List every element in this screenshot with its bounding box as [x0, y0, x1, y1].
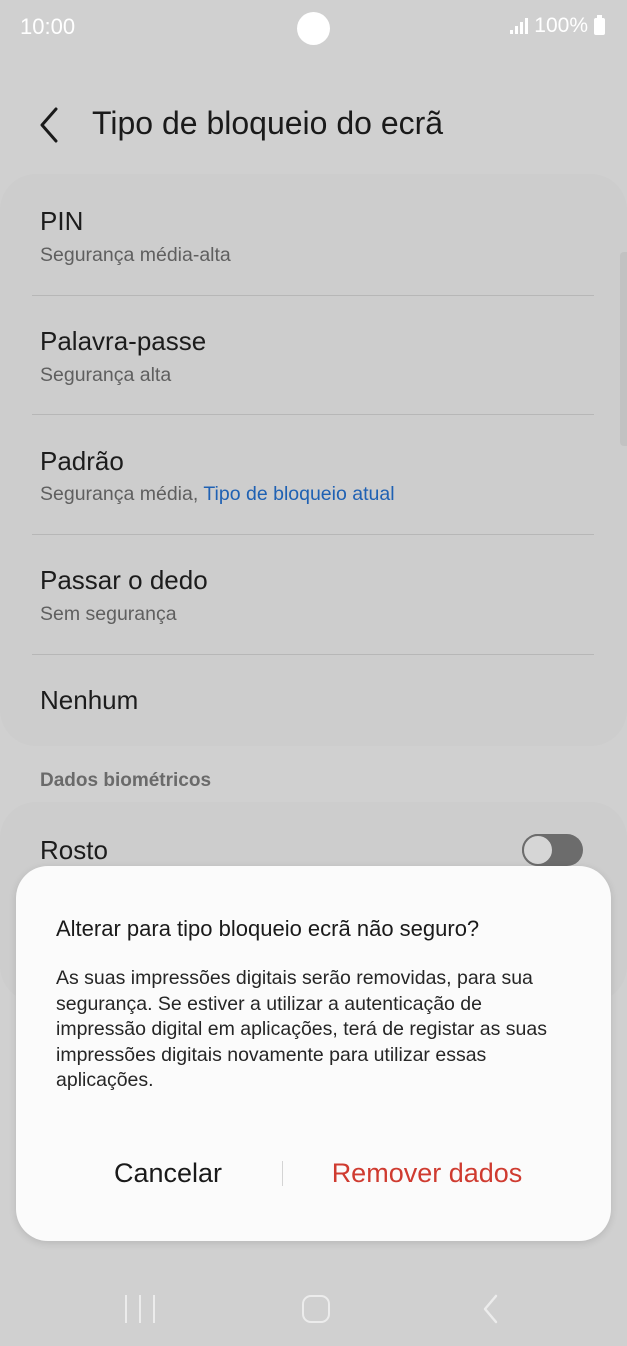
back-button[interactable] [30, 100, 74, 150]
button-divider [282, 1161, 283, 1186]
lock-option-pattern[interactable]: Padrão Segurança média, Tipo de bloqueio… [0, 430, 627, 535]
divider [32, 654, 594, 655]
lock-option-pin[interactable]: PIN Segurança média-alta [0, 190, 627, 295]
face-recognition-toggle[interactable] [522, 834, 583, 866]
lock-option-swipe[interactable]: Passar o dedo Sem segurança [0, 550, 627, 655]
divider [32, 414, 594, 415]
confirm-dialog: Alterar para tipo bloqueio ecrã não segu… [16, 866, 611, 1241]
divider [32, 534, 594, 535]
scrollbar[interactable] [620, 252, 627, 446]
toggle-knob [522, 834, 554, 866]
current-lock-type-label: Tipo de bloqueio atual [203, 483, 395, 505]
header: Tipo de bloqueio do ecrã [0, 90, 627, 160]
battery-percent: 100% [534, 14, 588, 37]
chevron-left-icon [40, 107, 58, 143]
home-icon[interactable] [302, 1295, 330, 1323]
status-time: 10:00 [20, 14, 76, 39]
back-icon[interactable] [478, 1292, 504, 1326]
status-indicators: 100% [510, 14, 605, 38]
lock-option-title: Nenhum [40, 685, 139, 715]
lock-option-password[interactable]: Palavra-passe Segurança alta [0, 310, 627, 415]
signal-icon [510, 18, 529, 34]
screen: 10:00 100% Tipo de bloqueio do ecrã PIN … [0, 0, 627, 1346]
dialog-buttons: Cancelar Remover dados [16, 1151, 611, 1196]
lock-option-title: Padrão [40, 446, 124, 476]
lock-option-subtitle: Segurança alta [40, 364, 172, 386]
lock-option-none[interactable]: Nenhum [0, 670, 627, 740]
cancel-button[interactable]: Cancelar [36, 1151, 300, 1196]
recent-apps-icon[interactable] [125, 1295, 155, 1323]
remove-data-button[interactable]: Remover dados [296, 1151, 558, 1196]
battery-icon [594, 14, 605, 35]
face-recognition-label: Rosto [40, 835, 108, 865]
lock-option-title: Palavra-passe [40, 326, 207, 356]
camera-hole [297, 12, 330, 45]
lock-option-title: Passar o dedo [40, 565, 208, 595]
dialog-title: Alterar para tipo bloqueio ecrã não segu… [56, 916, 480, 941]
lock-option-title: PIN [40, 206, 84, 236]
lock-option-subtitle: Segurança média-alta [40, 244, 231, 266]
security-level: Segurança média, [40, 483, 199, 505]
page-title: Tipo de bloqueio do ecrã [92, 105, 444, 141]
navigation-bar [0, 1270, 627, 1346]
divider [32, 295, 594, 296]
section-label-biometrics: Dados biométricos [40, 770, 212, 791]
status-bar: 10:00 100% [0, 0, 627, 56]
lock-option-subtitle: Segurança média, Tipo de bloqueio atual [40, 483, 395, 506]
dialog-message: As suas impressões digitais serão removi… [56, 967, 547, 1091]
lock-option-subtitle: Sem segurança [40, 603, 177, 625]
